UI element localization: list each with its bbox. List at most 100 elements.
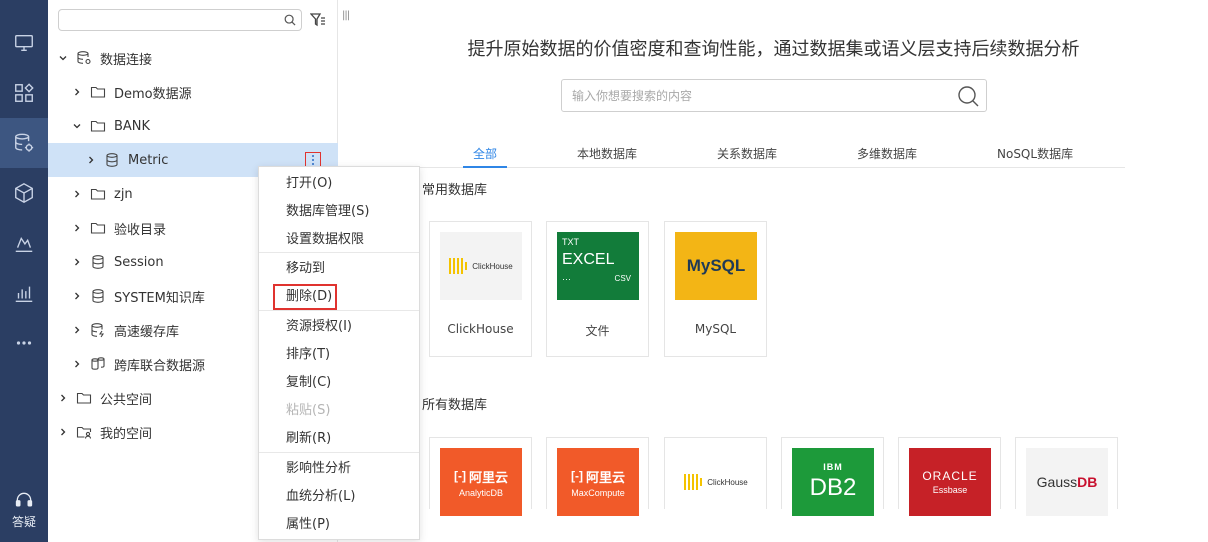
dashboard-grid-icon xyxy=(15,83,34,102)
chevron-right-icon[interactable] xyxy=(72,257,82,267)
filter-icon[interactable] xyxy=(310,12,326,28)
context-menu: 打开(O) 数据库管理(S) 设置数据权限 移动到 删除(D) 资源授权(I) … xyxy=(258,166,420,540)
tree-item-label: 数据连接 xyxy=(100,52,153,68)
chevron-right-icon[interactable] xyxy=(72,189,82,199)
clickhouse-logo: ClickHouse xyxy=(440,232,522,300)
help-button[interactable]: 答疑 xyxy=(0,484,48,536)
chevron-right-icon[interactable] xyxy=(72,223,82,233)
rail-item-analysis[interactable] xyxy=(0,218,48,268)
chevron-right-icon[interactable] xyxy=(58,393,68,403)
chevron-right-icon[interactable] xyxy=(86,155,96,165)
menu-item-set-data-permission[interactable]: 设置数据权限 xyxy=(259,226,419,254)
menu-divider xyxy=(259,252,419,253)
cache-database-icon xyxy=(91,323,105,338)
tree-item-label: Session xyxy=(114,254,164,270)
database-icon xyxy=(106,153,118,167)
rail-item-chart[interactable] xyxy=(0,268,48,318)
chevron-down-icon[interactable] xyxy=(58,53,68,63)
tab-all[interactable]: 全部 xyxy=(473,145,497,162)
headset-icon xyxy=(15,492,33,507)
rail-item-data-connection[interactable] xyxy=(0,118,48,168)
tree-item-demo-datasource[interactable]: Demo数据源 xyxy=(48,75,338,109)
datasource-search-input[interactable] xyxy=(572,86,942,106)
tree-item-data-connection[interactable]: 数据连接 xyxy=(48,41,338,75)
menu-item-properties[interactable]: 属性(P) xyxy=(259,511,419,539)
active-tab-underline xyxy=(463,166,507,168)
chevron-right-icon[interactable] xyxy=(58,427,68,437)
datasource-card-oracle-essbase[interactable]: ORACLE Essbase xyxy=(898,437,1001,516)
database-icon xyxy=(92,255,104,269)
aliyun-analyticdb-logo: [-] 阿里云 AnalyticDB xyxy=(440,448,522,516)
tab-relational-database[interactable]: 关系数据库 xyxy=(717,145,777,162)
chevron-down-icon[interactable] xyxy=(72,121,82,131)
chevron-right-icon[interactable] xyxy=(72,291,82,301)
card-label: 文件 xyxy=(585,324,610,338)
folder-icon xyxy=(90,188,106,200)
tree-item-bank[interactable]: BANK xyxy=(48,109,338,143)
search-icon[interactable] xyxy=(283,13,297,27)
left-nav-rail: 答疑 xyxy=(0,0,48,542)
datasource-card-mysql[interactable]: MySQL MySQL xyxy=(664,221,767,357)
menu-item-move-to[interactable]: 移动到 xyxy=(259,255,419,283)
menu-divider xyxy=(259,310,419,311)
menu-item-resource-authorization[interactable]: 资源授权(I) xyxy=(259,313,419,341)
rail-item-dashboard[interactable] xyxy=(0,68,48,118)
chevron-right-icon[interactable] xyxy=(72,325,82,335)
menu-item-database-management[interactable]: 数据库管理(S) xyxy=(259,198,419,226)
datasource-card-db2[interactable]: IBM DB2 xyxy=(781,437,884,516)
panel-resize-handle[interactable]: ||| xyxy=(342,10,350,21)
bar-chart-icon xyxy=(15,286,33,302)
rail-item-monitor[interactable] xyxy=(0,18,48,68)
folder-icon xyxy=(90,86,106,98)
datasource-card-clickhouse-2[interactable]: ClickHouse xyxy=(664,437,767,516)
tab-nosql-database[interactable]: NoSQL数据库 xyxy=(997,145,1073,162)
menu-item-copy[interactable]: 复制(C) xyxy=(259,369,419,397)
database-icon xyxy=(92,289,104,303)
more-dots-icon xyxy=(16,341,32,345)
federated-database-icon xyxy=(91,357,105,370)
file-txt-excel-csv-logo: TXT EXCEL ··· CSV xyxy=(557,232,639,300)
gaussdb-logo: Gauss DB xyxy=(1026,448,1108,516)
tree-search-field[interactable] xyxy=(58,9,302,31)
tree-item-label: 高速缓存库 xyxy=(114,324,180,340)
datasource-card-file[interactable]: TXT EXCEL ··· CSV 文件 xyxy=(546,221,649,357)
datasource-card-analyticdb[interactable]: [-] 阿里云 AnalyticDB xyxy=(429,437,532,516)
oracle-essbase-logo: ORACLE Essbase xyxy=(909,448,991,516)
datasource-card-maxcompute[interactable]: [-] 阿里云 MaxCompute xyxy=(546,437,649,516)
menu-item-refresh[interactable]: 刷新(R) xyxy=(259,425,419,453)
cube-icon xyxy=(15,183,33,203)
section-title-common: 常用数据库 xyxy=(422,183,488,198)
rail-item-cube[interactable] xyxy=(0,168,48,218)
datasource-card-clickhouse[interactable]: ClickHouse ClickHouse xyxy=(429,221,532,357)
analysis-icon xyxy=(15,236,33,252)
tab-multidimensional-database[interactable]: 多维数据库 xyxy=(857,145,917,162)
folder-icon xyxy=(90,120,106,132)
tree-item-label: 验收目录 xyxy=(114,222,167,238)
menu-divider xyxy=(259,452,419,453)
chevron-right-icon[interactable] xyxy=(72,359,82,369)
database-settings-icon xyxy=(15,133,34,152)
menu-item-open[interactable]: 打开(O) xyxy=(259,170,419,198)
tree-item-label: 跨库联合数据源 xyxy=(114,358,206,374)
tree-item-label: 我的空间 xyxy=(100,426,153,442)
tab-local-database[interactable]: 本地数据库 xyxy=(577,145,637,162)
chevron-right-icon[interactable] xyxy=(72,87,82,97)
menu-item-impact-analysis[interactable]: 影响性分析 xyxy=(259,455,419,483)
tree-item-label: 公共空间 xyxy=(100,392,153,408)
rail-item-more[interactable] xyxy=(0,318,48,368)
tree-item-label: Demo数据源 xyxy=(114,86,192,102)
user-folder-icon xyxy=(76,426,92,439)
folder-icon xyxy=(90,222,106,234)
datasource-card-gaussdb[interactable]: Gauss DB xyxy=(1015,437,1118,516)
clickhouse-logo: ClickHouse xyxy=(675,448,757,516)
menu-item-lineage-analysis[interactable]: 血统分析(L) xyxy=(259,483,419,511)
menu-item-delete[interactable]: 删除(D) xyxy=(259,283,419,311)
tree-item-label: BANK xyxy=(114,118,151,134)
menu-item-sort[interactable]: 排序(T) xyxy=(259,341,419,369)
page-headline: 提升原始数据的价值密度和查询性能，通过数据集或语义层支持后续数据分析 xyxy=(467,39,1080,60)
datasource-search-box[interactable] xyxy=(561,79,987,112)
category-tabs: 全部 本地数据库 关系数据库 多维数据库 NoSQL数据库 xyxy=(419,142,1125,168)
card-label: MySQL xyxy=(694,322,737,336)
database-settings-icon xyxy=(77,51,91,65)
search-icon[interactable] xyxy=(956,84,980,108)
